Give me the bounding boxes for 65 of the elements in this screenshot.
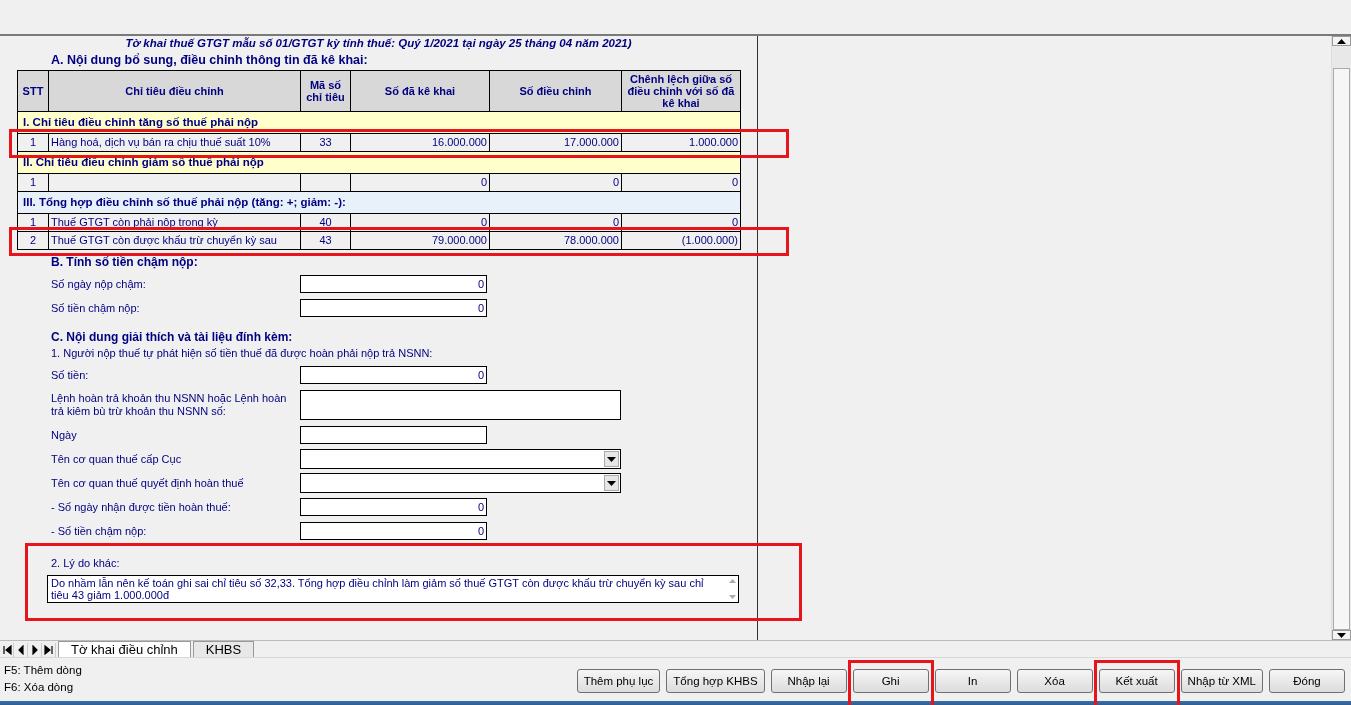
field-label: Số tiền chậm nộp: <box>51 301 141 315</box>
table-cell: 0 <box>351 214 490 232</box>
action-button[interactable]: Kết xuất <box>1098 669 1175 693</box>
table-cell: 2 <box>18 232 49 250</box>
sheet-tab[interactable]: Tờ khai điều chỉnh <box>58 641 191 657</box>
table-cell: (1.000.000) <box>622 232 741 250</box>
sheet-tab[interactable]: KHBS <box>192 641 255 657</box>
input-field[interactable]: 0 <box>300 522 487 540</box>
section-subheading: 1. Người nộp thuế tự phát hiện số tiền thuế đã được hoàn phải nộp trả NSNN: <box>50 347 434 359</box>
table-cell: 40 <box>301 214 351 232</box>
action-button[interactable]: Xóa <box>1016 669 1093 693</box>
input-field[interactable]: 0 <box>300 366 487 384</box>
field-label: Tên cơ quan thuế quyết định hoàn thuế <box>51 476 245 490</box>
field-label: - Số tiền chậm nộp: <box>51 524 148 538</box>
field-label: Lệnh hoàn trả khoản thu NSNN hoặc Lệnh hoàn trả kiêm bù trừ khoản thu NSNN số: <box>51 392 288 418</box>
input-field[interactable]: 0 <box>300 498 487 516</box>
group-header: II. Chỉ tiêu điều chỉnh giảm số thuế phải nộp <box>18 152 741 174</box>
group-header: III. Tổng hợp điều chỉnh số thuế phải nộp (tăng: +; giảm: -): <box>18 192 741 214</box>
action-button[interactable]: Ghi <box>852 669 929 693</box>
section-heading: C. Nội dung giải thích và tài liệu đính kèm: <box>51 330 294 344</box>
input-field[interactable] <box>300 390 621 420</box>
field-label: 2. Lý do khác: <box>50 557 121 569</box>
table-cell: 78.000.000 <box>490 232 622 250</box>
action-button[interactable]: Đóng <box>1269 669 1345 693</box>
table-cell: 0 <box>490 214 622 232</box>
table-cell: 43 <box>301 232 351 250</box>
table-cell: 1 <box>18 214 49 232</box>
column-header: Chỉ tiêu điều chỉnh <box>49 71 301 112</box>
table-cell: 0 <box>622 214 741 232</box>
shortcut-hint: F5: Thêm dòng <box>3 663 82 678</box>
dropdown-field[interactable] <box>300 449 621 469</box>
column-header: Số đã kê khai <box>351 71 490 112</box>
table-cell: Thuế GTGT còn được khấu trừ chuyển kỳ sau <box>49 232 301 250</box>
dropdown-field[interactable] <box>300 473 621 493</box>
shortcut-hint: F6: Xóa dòng <box>3 680 75 695</box>
field-label: - Số ngày nhận được tiền hoàn thuế: <box>51 500 232 514</box>
input-field[interactable] <box>300 426 487 444</box>
up-arrow-icon <box>1337 38 1346 44</box>
scroll-down-button[interactable] <box>1332 630 1351 640</box>
field-label: Số tiền: <box>51 368 90 382</box>
field-label: Số ngày nộp chậm: <box>51 277 147 291</box>
scroll-up-button[interactable] <box>1332 36 1351 46</box>
action-button[interactable]: In <box>934 669 1011 693</box>
section-heading: B. Tính số tiền chậm nộp: <box>51 255 199 269</box>
first-sheet-icon[interactable] <box>0 643 14 657</box>
field-label: Ngày <box>51 428 78 442</box>
action-button[interactable]: Thêm phụ lục <box>576 669 661 693</box>
group-header: I. Chỉ tiêu điều chỉnh tăng số thuế phải nộp <box>18 112 741 134</box>
last-sheet-icon[interactable] <box>42 643 56 657</box>
action-button[interactable]: Nhập từ XML <box>1180 669 1263 693</box>
column-header: Mã số chỉ tiêu <box>301 71 351 112</box>
action-button[interactable]: Nhập lại <box>770 669 847 693</box>
table-cell: Thuế GTGT còn phải nộp trong kỳ <box>49 214 301 232</box>
vertical-scrollbar[interactable] <box>1331 36 1351 640</box>
action-button[interactable]: Tổng hợp KHBS <box>666 669 765 693</box>
column-header: STT <box>18 71 49 112</box>
column-header: Số điều chỉnh <box>490 71 622 112</box>
section-heading: A. Nội dung bổ sung, điều chỉnh thông tin đã kê khai: <box>51 53 369 67</box>
field-label: Tên cơ quan thuế cấp Cục <box>51 452 183 466</box>
down-arrow-icon <box>1337 632 1346 638</box>
form-title: Tờ khai thuế GTGT mẫu số 01/GTGT kỳ tính thuế: Quý 1/2021 tại ngày 25 tháng 04 năm 2021) <box>124 37 633 49</box>
input-field[interactable]: 0 <box>300 275 487 293</box>
table-cell: 79.000.000 <box>351 232 490 250</box>
column-header: Chênh lệch giữa số điều chỉnh với số đã kê khai <box>622 71 741 112</box>
input-field[interactable]: 0 <box>300 299 487 317</box>
